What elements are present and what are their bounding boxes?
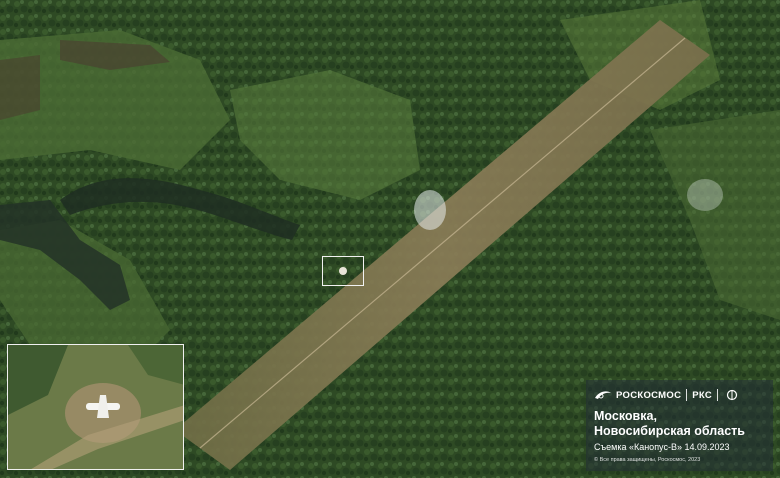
divider — [717, 389, 719, 401]
inset-image — [8, 345, 183, 469]
zoom-inset — [7, 344, 184, 470]
divider — [686, 389, 688, 401]
highlight-box — [322, 256, 364, 286]
cloud — [687, 179, 723, 211]
brand-name: РОСКОСМОС — [616, 389, 682, 401]
brand-row: РОСКОСМОС РКС — [594, 386, 765, 404]
copyright-text: © Все права защищены, Роскосмос, 2023 — [594, 457, 701, 463]
location-region: Новосибирская область — [594, 424, 745, 438]
cloud — [414, 190, 446, 230]
capture-info: Съемка «Канопус-В» 14.09.2023 — [594, 442, 730, 452]
wetland — [0, 55, 40, 120]
roscosmos-logo-icon — [595, 391, 611, 399]
location-name: Московка, — [594, 409, 657, 423]
image-caption: РОСКОСМОС РКС Московка, Новосибирская об… — [586, 380, 773, 471]
satellite-image: РОСКОСМОС РКС Московка, Новосибирская об… — [0, 0, 780, 478]
rks-logo-icon — [726, 389, 738, 401]
brand-secondary: РКС — [692, 389, 713, 401]
